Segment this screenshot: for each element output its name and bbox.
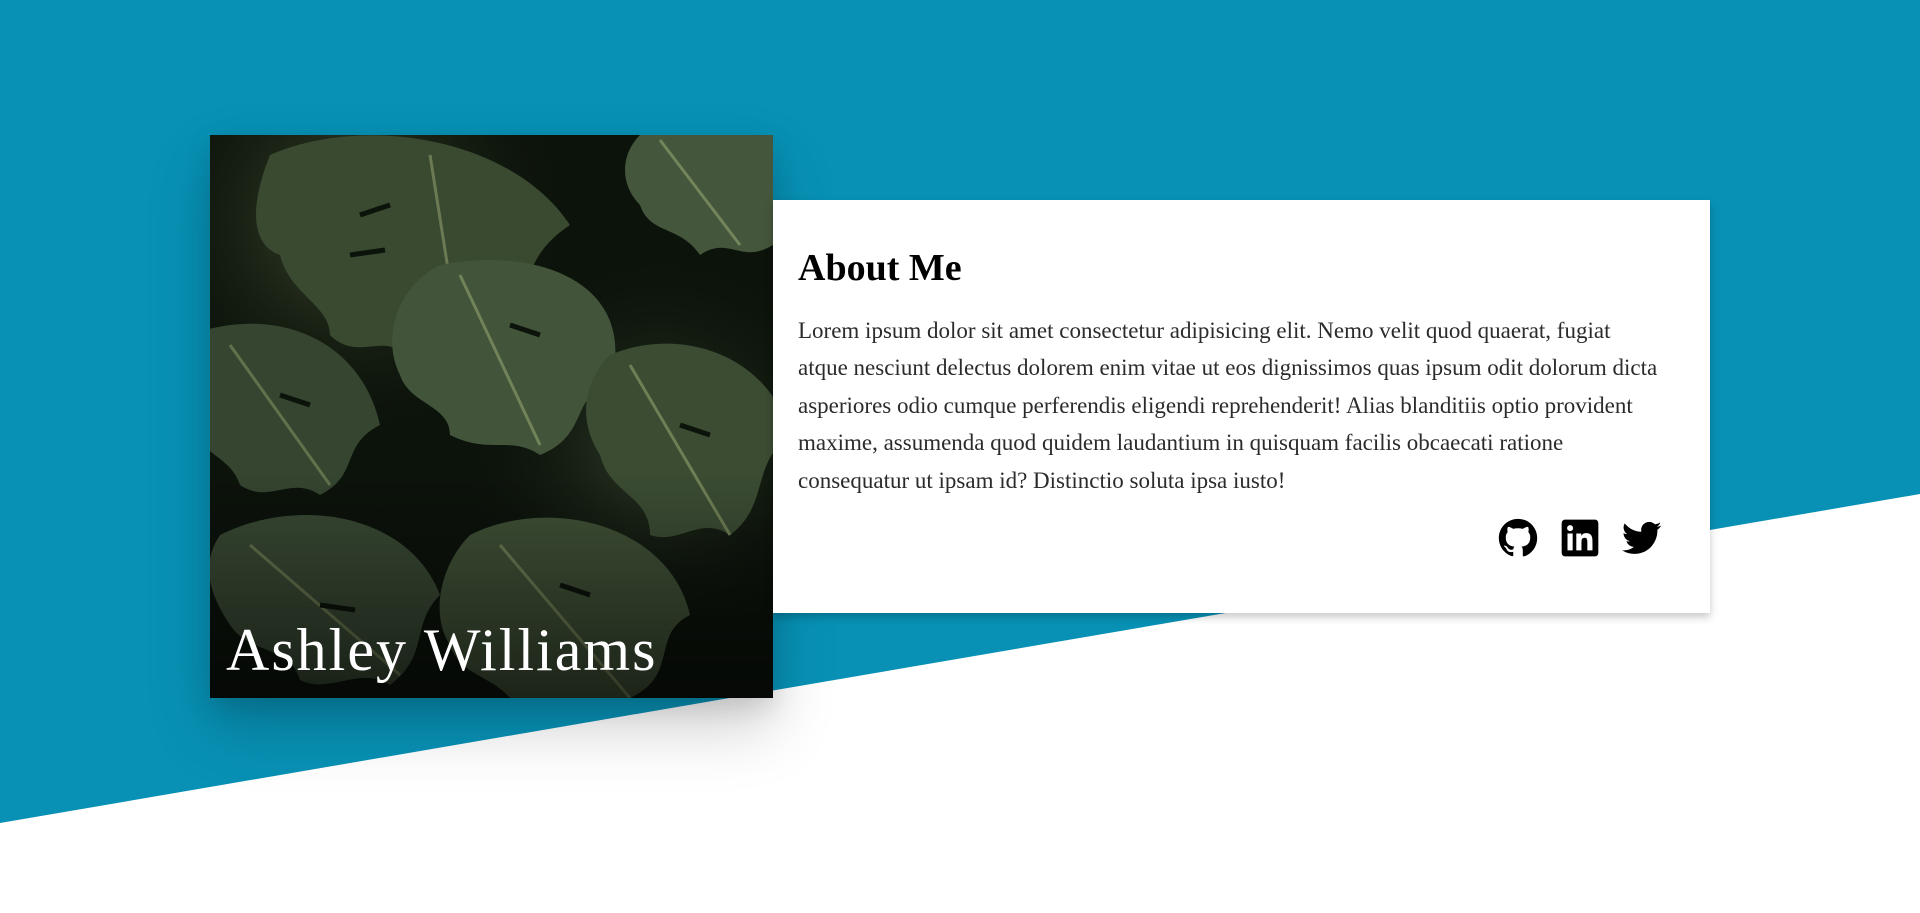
- linkedin-link[interactable]: [1560, 518, 1600, 558]
- github-icon: [1498, 518, 1538, 557]
- profile-photo: Ashley Williams: [210, 135, 773, 698]
- page: Ashley Williams About Me Lorem ipsum dol…: [0, 0, 1920, 913]
- about-card: About Me Lorem ipsum dolor sit amet cons…: [773, 200, 1710, 613]
- about-heading: About Me: [798, 247, 962, 289]
- profile-name: Ashley Williams: [226, 617, 658, 683]
- twitter-icon: [1622, 521, 1662, 554]
- twitter-link[interactable]: [1622, 518, 1662, 558]
- social-links: [1498, 518, 1662, 558]
- monstera-leaves-photo: [210, 135, 773, 698]
- about-body: Lorem ipsum dolor sit amet consectetur a…: [798, 317, 1658, 493]
- github-link[interactable]: [1498, 518, 1538, 558]
- linkedin-icon: [1561, 519, 1599, 557]
